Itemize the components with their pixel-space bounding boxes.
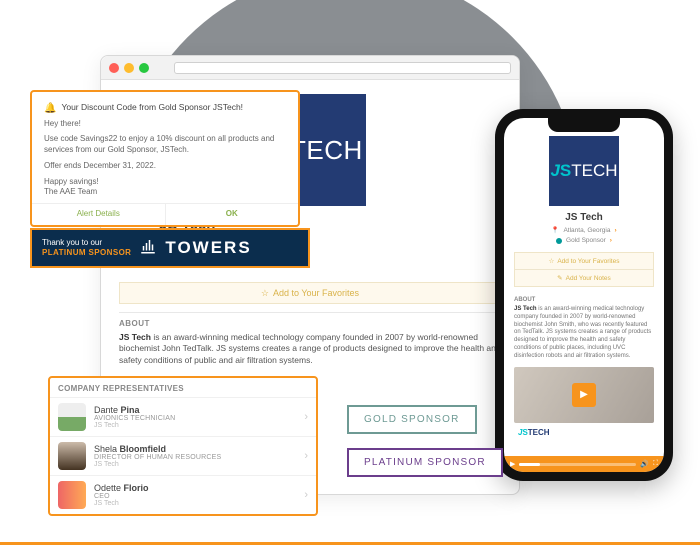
page-title: JS Tech	[514, 212, 654, 223]
chevron-right-icon: ›	[614, 227, 616, 234]
tower-icon	[139, 237, 157, 260]
gold-sponsor-badge: GOLD SPONSOR	[347, 405, 477, 434]
chevron-right-icon: ›	[304, 411, 308, 423]
location-row[interactable]: 📍 Atlanta, Georgia ›	[514, 226, 654, 234]
add-favorites-button[interactable]: ☆ Add to Your Favorites	[119, 282, 501, 304]
reps-heading: COMPANY REPRESENTATIVES	[50, 384, 316, 397]
alert-ok-button[interactable]: OK	[166, 204, 299, 225]
alert-body: Use code Savings22 to enjoy a 10% discou…	[44, 134, 286, 156]
play-icon: ▶	[572, 383, 596, 407]
rep-row[interactable]: Dante Pina AVIONICS TECHNICIAN JS Tech ›	[50, 397, 316, 436]
bell-icon: 🔔	[44, 102, 56, 116]
video-brand-bar: JSTECH	[514, 426, 654, 440]
pin-icon: 📍	[551, 226, 559, 234]
add-favorites-label: Add to Your Favorites	[273, 288, 359, 298]
star-icon: ☆	[549, 257, 555, 265]
star-icon: ☆	[261, 288, 269, 299]
browser-chrome	[101, 56, 519, 80]
address-bar[interactable]	[174, 62, 511, 74]
rep-row[interactable]: Odette Florio CEO JS Tech ›	[50, 475, 316, 514]
add-favorites-button[interactable]: ☆ Add to Your Favorites	[515, 253, 653, 269]
avatar	[58, 481, 86, 509]
banner-brand: TOWERS	[165, 238, 251, 258]
alert-signoff: Happy savings!The AAE Team	[44, 177, 286, 199]
video-progress-bar[interactable]: ▶ 🔊 ⛶	[504, 456, 664, 472]
video-thumbnail[interactable]: ▶	[514, 367, 654, 423]
company-reps-card: COMPANY REPRESENTATIVES Dante Pina AVION…	[48, 376, 318, 516]
about-text: JS Tech is an award-winning medical tech…	[514, 306, 654, 361]
sponsor-tier-row[interactable]: Gold Sponsor ›	[514, 237, 654, 244]
phone-notch	[548, 118, 620, 132]
maximize-icon[interactable]	[139, 63, 149, 73]
play-icon[interactable]: ▶	[510, 460, 515, 468]
avatar	[58, 403, 86, 431]
tier-dot-icon	[556, 238, 562, 244]
avatar	[58, 442, 86, 470]
pencil-icon: ✎	[557, 274, 562, 282]
about-text: JS Tech is an award-winning medical tech…	[119, 332, 501, 366]
fullscreen-icon[interactable]: ⛶	[653, 460, 658, 468]
alert-details-button[interactable]: Alert Details	[32, 204, 166, 225]
bg-accent-line	[0, 542, 700, 545]
about-heading: ABOUT	[514, 297, 654, 303]
chevron-right-icon: ›	[304, 450, 308, 462]
discount-alert: 🔔 Your Discount Code from Gold Sponsor J…	[30, 90, 300, 227]
banner-text: Thank you to our PLATINUM SPONSOR	[42, 238, 131, 257]
platinum-sponsor-badge: PLATINUM SPONSOR	[347, 448, 503, 477]
volume-icon[interactable]: 🔊	[640, 460, 649, 468]
add-notes-button[interactable]: ✎ Add Your Notes	[515, 269, 653, 286]
sponsor-logo: JSTECH	[549, 136, 619, 206]
alert-greeting: Hey there!	[44, 119, 286, 130]
close-icon[interactable]	[109, 63, 119, 73]
alert-title: Your Discount Code from Gold Sponsor JST…	[61, 102, 243, 113]
minimize-icon[interactable]	[124, 63, 134, 73]
chevron-right-icon: ›	[610, 237, 612, 244]
rep-row[interactable]: Shela Bloomfield DIRECTOR OF HUMAN RESOU…	[50, 436, 316, 475]
phone-mockup: JSTECH JS Tech 📍 Atlanta, Georgia › Gold…	[495, 109, 673, 481]
platinum-sponsor-banner[interactable]: Thank you to our PLATINUM SPONSOR TOWERS	[30, 228, 310, 268]
chevron-right-icon: ›	[304, 489, 308, 501]
about-heading: ABOUT	[119, 319, 501, 328]
alert-expiry: Offer ends December 31, 2022.	[44, 161, 286, 172]
